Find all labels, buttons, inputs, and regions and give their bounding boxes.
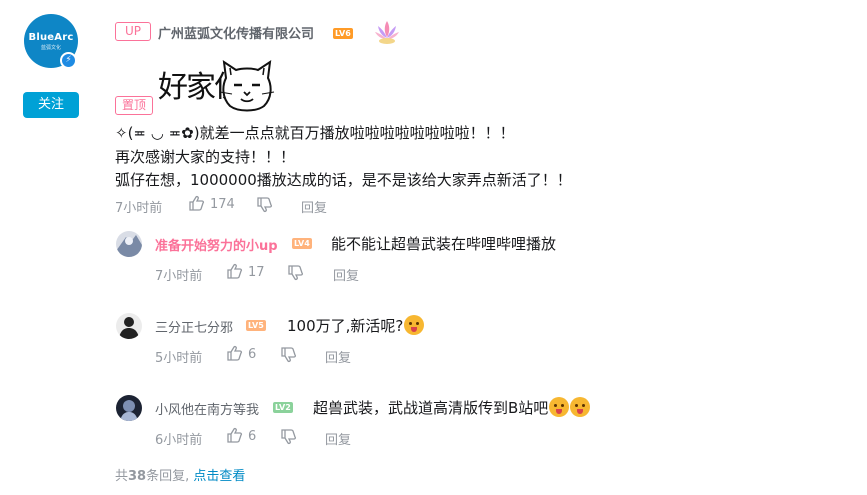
follow-button[interactable]: 关注	[23, 92, 79, 118]
reply-text: 能不能让超兽武装在哔哩哔哩播放	[331, 235, 557, 253]
comment-time: 7小时前	[115, 201, 163, 216]
reply-time: 7小时前	[155, 269, 203, 284]
reply-button[interactable]: 回复	[333, 265, 359, 284]
avatar-sub-text: 蓝弧文化	[40, 44, 61, 51]
reply-count-footer: 共38条回复, 点击查看	[115, 465, 245, 484]
scream-emoji-icon	[570, 397, 591, 417]
pinned-badge: 置顶	[115, 96, 153, 115]
reply-button[interactable]: 回复	[325, 347, 351, 366]
drooling-emoji-icon	[404, 315, 425, 335]
footer-suffix: 条回复,	[146, 469, 190, 484]
up-badge: UP	[115, 22, 151, 41]
verified-icon: ⚡	[60, 52, 77, 69]
like-icon[interactable]	[226, 427, 243, 444]
reply-author-name[interactable]: 小风他在南方等我	[155, 399, 259, 418]
avatar-brand-text: BlueArc	[28, 31, 74, 43]
reply-author-name[interactable]: 三分正七分邪	[155, 317, 233, 336]
cat-sticker-icon	[219, 59, 275, 112]
level-badge: LV5	[246, 320, 266, 331]
reply-author-name-text: 小风他在南方等我	[155, 403, 260, 418]
comment-line-2: 再次感谢大家的支持！！！	[115, 148, 296, 166]
like-icon[interactable]	[226, 263, 243, 280]
scream-emoji-icon	[549, 397, 570, 417]
reply-author-name-text: 准备开始努力的小up	[155, 239, 278, 254]
reply-button[interactable]: 回复	[325, 429, 351, 448]
comment-line-3: 弧仔在想，1000000播放达成的话，是不是该给大家弄点新活了！！	[115, 171, 572, 189]
dislike-icon[interactable]	[280, 428, 297, 445]
dislike-icon[interactable]	[287, 264, 304, 281]
reply-author-name-text: 三分正七分邪	[155, 321, 234, 336]
level-badge: LV4	[292, 238, 312, 249]
author-name[interactable]: 广州蓝弧文化传播有限公司	[158, 23, 314, 42]
level-badge: LV6	[333, 28, 353, 39]
reply-avatar[interactable]	[116, 313, 142, 339]
like-count: 17	[248, 265, 265, 280]
like-count: 6	[248, 429, 257, 444]
reply-time: 5小时前	[155, 351, 203, 366]
lotus-medal-icon	[375, 21, 399, 44]
footer-prefix: 共	[115, 469, 129, 484]
reply-author-name[interactable]: 准备开始努力的小up	[155, 235, 278, 254]
reply-time: 6小时前	[155, 433, 203, 448]
reply-button[interactable]: 回复	[301, 197, 327, 216]
like-count: 174	[210, 197, 235, 212]
like-icon[interactable]	[226, 345, 243, 362]
reply-text: 100万了,新活呢?	[287, 315, 425, 336]
reply-text: 超兽武装，武战道高清版传到B站吧	[313, 397, 591, 418]
reply-avatar[interactable]	[116, 395, 142, 421]
view-all-replies-link[interactable]: 点击查看	[193, 469, 245, 484]
dislike-icon[interactable]	[256, 196, 273, 213]
reply-avatar[interactable]	[116, 231, 142, 257]
reply-text-content: 100万了,新活呢?	[287, 317, 404, 335]
reply-text-content: 超兽武装，武战道高清版传到B站吧	[313, 399, 549, 417]
like-count: 6	[248, 347, 257, 362]
reply-count: 38	[128, 469, 147, 484]
level-badge: LV2	[273, 402, 293, 413]
like-icon[interactable]	[188, 195, 205, 212]
comment-line-1: ✧(≖ ◡ ≖✿)就差一点点就百万播放啦啦啦啦啦啦啦啦！！！	[115, 124, 515, 142]
dislike-icon[interactable]	[280, 346, 297, 363]
